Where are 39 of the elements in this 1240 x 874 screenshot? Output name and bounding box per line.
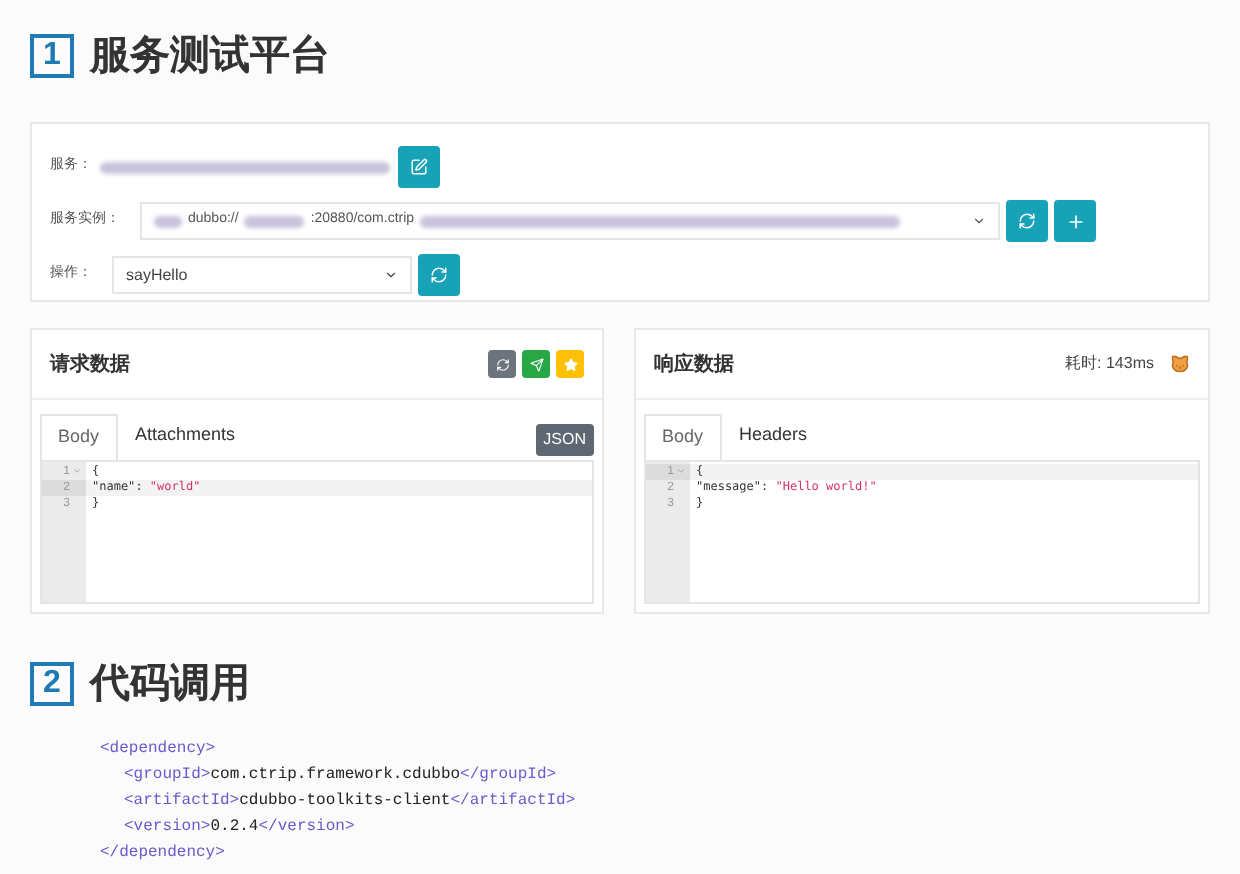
elapsed-time: 耗时: 143ms xyxy=(1065,352,1154,376)
section-number: 1 xyxy=(30,34,74,78)
caret-icon xyxy=(384,268,398,282)
edit-button[interactable] xyxy=(398,146,440,188)
refresh-button[interactable] xyxy=(418,254,460,296)
refresh-icon xyxy=(430,266,448,284)
code-line: <dependency> xyxy=(100,737,218,761)
caret-icon xyxy=(972,214,986,228)
section-number: 2 xyxy=(30,661,74,705)
tab[interactable]: Headers xyxy=(721,412,826,459)
add-button[interactable] xyxy=(1054,200,1096,242)
card-title: 请求数据 xyxy=(50,351,130,379)
refresh-icon xyxy=(1018,212,1036,230)
fold-caret-icon[interactable] xyxy=(676,466,686,476)
refresh-button[interactable] xyxy=(1006,200,1048,242)
operation-select[interactable]: sayHello xyxy=(112,256,412,294)
edit-icon xyxy=(410,158,428,176)
code-line: <artifactId>cdubbo-toolkits-client</artifactId> xyxy=(122,789,578,813)
card-title: 响应数据 xyxy=(654,350,734,379)
code-line: <groupId>com.ctrip.framework.cdubbo</groupId> xyxy=(122,763,559,787)
section-title: 服务测试平台 xyxy=(90,32,330,82)
send-button[interactable] xyxy=(522,350,550,378)
blurred-text xyxy=(244,215,305,227)
tab[interactable]: Body xyxy=(644,414,722,459)
code-line: <version>0.2.4</version> xyxy=(122,815,357,839)
blurred-text xyxy=(154,215,182,227)
send-icon xyxy=(529,357,543,371)
favorite-button[interactable] xyxy=(556,350,584,378)
json-format-button[interactable]: JSON xyxy=(535,423,594,455)
plus-icon xyxy=(1065,211,1085,231)
section-title: 代码调用 xyxy=(90,659,250,709)
refresh-icon xyxy=(495,357,509,371)
tab[interactable]: Body xyxy=(40,414,118,459)
cat-icon xyxy=(1170,354,1190,374)
tab[interactable]: Attachments xyxy=(117,412,254,459)
fold-caret-icon[interactable] xyxy=(72,466,82,476)
refresh-button[interactable] xyxy=(488,350,516,378)
code-line: </dependency> xyxy=(100,841,227,865)
star-icon xyxy=(563,357,577,371)
